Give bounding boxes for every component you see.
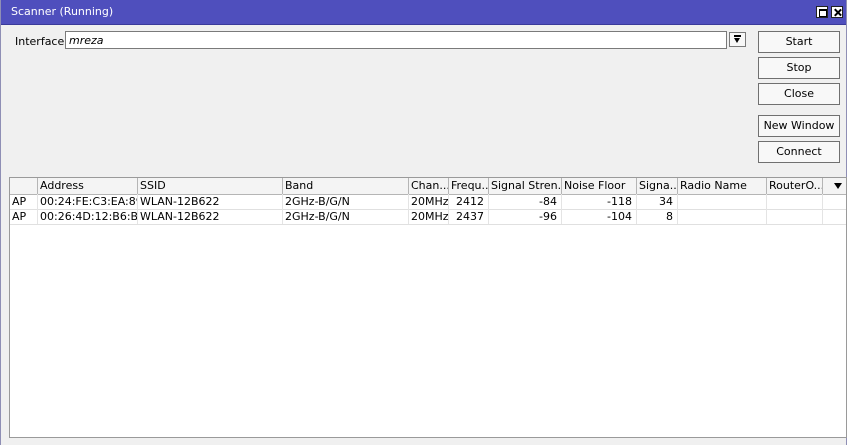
connect-button[interactable]: Connect [758,141,840,163]
cell-noise-floor: -104 [562,209,637,224]
cell-flag: AP [10,194,38,209]
stop-button[interactable]: Stop [758,57,840,79]
start-button[interactable]: Start [758,31,840,53]
title-bar[interactable]: Scanner (Running) [1,0,846,25]
cell-ssid: WLAN-12B622 [138,194,283,209]
new-window-button[interactable]: New Window [758,115,840,137]
column-header-frequency[interactable]: Frequ... [449,178,489,194]
column-menu-icon[interactable] [830,178,846,194]
window-title: Scanner (Running) [11,5,114,18]
column-header-band[interactable]: Band [283,178,409,194]
column-header-ssid[interactable]: SSID [138,178,283,194]
cell-signal-to-noise: 34 [637,194,678,209]
column-header-flags[interactable] [10,178,38,194]
close-button[interactable]: Close [758,83,840,105]
cell-band: 2GHz-B/G/N [283,194,409,209]
column-header-signal-to-noise[interactable]: Signa... [637,178,678,194]
cell-noise-floor: -118 [562,194,637,209]
scan-results-table[interactable]: Address SSID Band Chan... Frequ... Signa… [9,177,847,438]
table-row[interactable]: AP 00:26:4D:12:B6:B0 WLAN-12B622 2GHz-B/… [10,209,846,225]
column-header-routeros[interactable]: RouterO... [767,178,823,194]
cell-radio-name [678,194,767,209]
cell-routeros [767,194,823,209]
cell-flag: AP [10,209,38,224]
interface-field[interactable]: mreza [65,31,727,49]
maximize-icon[interactable] [816,6,828,18]
cell-signal-strength: -84 [489,194,562,209]
column-header-noise-floor[interactable]: Noise Floor [562,178,637,194]
table-header: Address SSID Band Chan... Frequ... Signa… [10,178,846,195]
cell-ssid: WLAN-12B622 [138,209,283,224]
column-header-radio-name[interactable]: Radio Name [678,178,767,194]
close-icon[interactable] [831,6,843,18]
scanner-window: Scanner (Running) Interface: mreza Start… [0,0,847,445]
dropdown-arrow-icon[interactable] [729,32,746,47]
cell-band: 2GHz-B/G/N [283,209,409,224]
cell-routeros [767,209,823,224]
cell-channel: 20MHz [411,194,449,209]
cell-address: 00:24:FE:C3:EA:89 [40,194,138,209]
cell-address: 00:26:4D:12:B6:B0 [40,209,138,224]
cell-radio-name [678,209,767,224]
cell-frequency: 2412 [449,194,489,209]
cell-channel: 20MHz [411,209,449,224]
table-row[interactable]: AP 00:24:FE:C3:EA:89 WLAN-12B622 2GHz-B/… [10,194,846,210]
column-header-signal-strength[interactable]: Signal Stren... [489,178,562,194]
cell-frequency: 2437 [449,209,489,224]
cell-signal-strength: -96 [489,209,562,224]
column-header-channel[interactable]: Chan... [409,178,449,194]
column-header-address[interactable]: Address [38,178,138,194]
cell-signal-to-noise: 8 [637,209,678,224]
interface-label: Interface: [15,35,68,48]
